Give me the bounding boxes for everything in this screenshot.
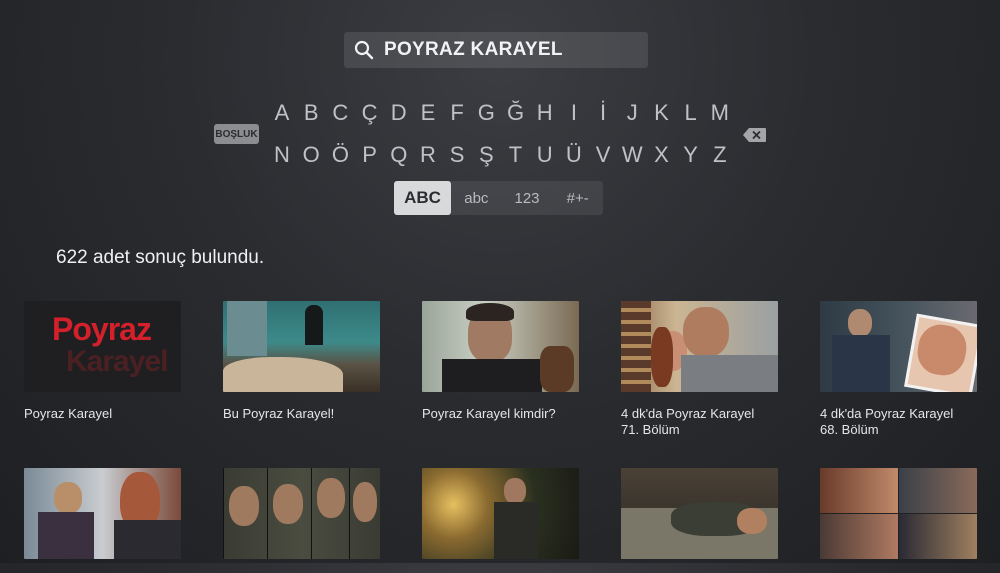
mode-uppercase[interactable]: ABC — [394, 181, 451, 215]
key-G-breve[interactable]: Ğ — [504, 100, 528, 126]
result-card[interactable]: Poyraz Karayel kimdir? — [422, 301, 579, 422]
video-thumbnail — [24, 468, 181, 559]
key-U[interactable]: U — [533, 142, 557, 168]
mode-numbers[interactable]: 123 — [502, 181, 553, 215]
video-thumbnail — [621, 468, 778, 559]
result-title: 4 dk'da Poyraz Karayel 71. Bölüm — [621, 406, 755, 437]
mode-symbols[interactable]: #+- — [552, 181, 603, 215]
key-S-cedilla[interactable]: Ş — [474, 142, 498, 168]
video-thumbnail — [621, 301, 778, 392]
search-icon — [354, 40, 374, 60]
key-C[interactable]: C — [328, 100, 352, 126]
key-J[interactable]: J — [620, 100, 644, 126]
key-B[interactable]: B — [299, 100, 323, 126]
key-O[interactable]: O — [299, 142, 323, 168]
keyboard-mode-switcher: ABC abc 123 #+- — [394, 181, 603, 215]
result-card[interactable]: Bu Poyraz Karayel! — [223, 301, 380, 422]
show-logo-thumbnail: Poyraz Karayel — [24, 301, 181, 392]
keyboard-row-2: N O Ö P Q R S Ş T U Ü V W X Y Z — [270, 142, 732, 168]
video-thumbnail — [422, 301, 579, 392]
key-P[interactable]: P — [358, 142, 382, 168]
video-thumbnail — [223, 468, 380, 559]
result-title: Poyraz Karayel kimdir? — [422, 406, 556, 421]
key-S[interactable]: S — [445, 142, 469, 168]
key-L[interactable]: L — [679, 100, 703, 126]
result-card[interactable]: 4 dk'da Poyraz Karayel 71. Bölüm — [621, 301, 778, 438]
result-card[interactable] — [820, 468, 977, 573]
key-I-dot[interactable]: İ — [591, 100, 615, 126]
key-H[interactable]: H — [533, 100, 557, 126]
result-card[interactable] — [422, 468, 579, 573]
key-G[interactable]: G — [474, 100, 498, 126]
key-X[interactable]: X — [649, 142, 673, 168]
key-A[interactable]: A — [270, 100, 294, 126]
key-D[interactable]: D — [387, 100, 411, 126]
logo-line-2: Karayel — [66, 345, 168, 378]
video-thumbnail — [422, 468, 579, 559]
result-card[interactable] — [24, 468, 181, 573]
key-I[interactable]: I — [562, 100, 586, 126]
key-T[interactable]: T — [504, 142, 528, 168]
key-K[interactable]: K — [649, 100, 673, 126]
result-title: Poyraz Karayel — [24, 406, 113, 421]
key-C-cedilla[interactable]: Ç — [358, 100, 382, 126]
key-E[interactable]: E — [416, 100, 440, 126]
space-key[interactable]: BOŞLUK — [214, 124, 259, 144]
key-U-umlaut[interactable]: Ü — [562, 142, 586, 168]
key-N[interactable]: N — [270, 142, 294, 168]
video-thumbnail — [820, 301, 977, 392]
backspace-icon[interactable] — [742, 127, 767, 143]
mode-lowercase[interactable]: abc — [451, 181, 502, 215]
search-query: POYRAZ KARAYEL — [384, 39, 563, 60]
key-Z[interactable]: Z — [708, 142, 732, 168]
key-Y[interactable]: Y — [679, 142, 703, 168]
result-card[interactable]: Poyraz Karayel Poyraz Karayel — [24, 301, 181, 422]
key-W[interactable]: W — [620, 142, 644, 168]
key-F[interactable]: F — [445, 100, 469, 126]
keyboard-row-1: A B C Ç D E F G Ğ H I İ J K L M — [270, 100, 732, 126]
result-card[interactable] — [223, 468, 380, 573]
key-Q[interactable]: Q — [387, 142, 411, 168]
search-field[interactable]: POYRAZ KARAYEL — [344, 32, 648, 68]
result-card[interactable] — [621, 468, 778, 573]
logo-line-1: Poyraz — [52, 311, 152, 347]
key-R[interactable]: R — [416, 142, 440, 168]
video-thumbnail — [223, 301, 380, 392]
video-thumbnail — [820, 468, 977, 559]
result-title: Bu Poyraz Karayel! — [223, 406, 335, 421]
key-M[interactable]: M — [708, 100, 732, 126]
result-title: 4 dk'da Poyraz Karayel 68. Bölüm — [820, 406, 954, 437]
key-O-umlaut[interactable]: Ö — [328, 142, 352, 168]
key-V[interactable]: V — [591, 142, 615, 168]
result-card[interactable]: 4 dk'da Poyraz Karayel 68. Bölüm — [820, 301, 977, 438]
results-count: 622 adet sonuç bulundu. — [56, 247, 265, 268]
